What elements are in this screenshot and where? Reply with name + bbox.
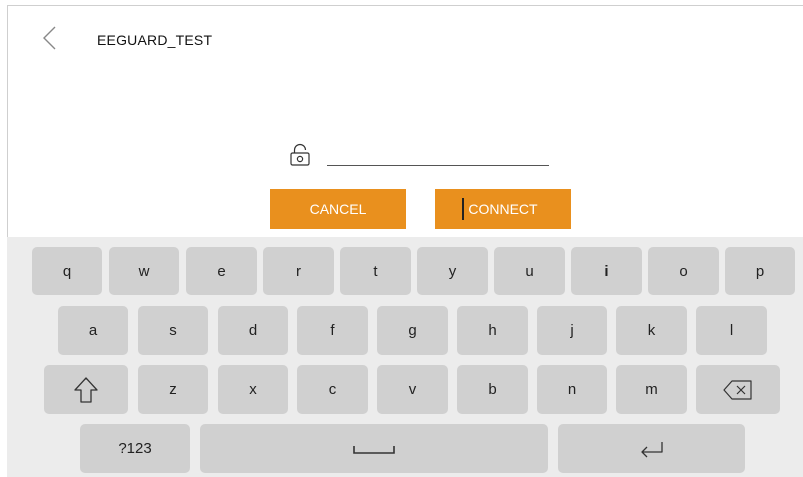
key-t[interactable]: t xyxy=(340,247,411,295)
key-c[interactable]: c xyxy=(297,365,368,414)
text-cursor xyxy=(462,198,464,220)
password-input[interactable] xyxy=(327,143,549,166)
key-o[interactable]: o xyxy=(648,247,719,295)
network-title: EEGUARD_TEST xyxy=(97,32,213,48)
lock-icon xyxy=(288,143,312,167)
key-y[interactable]: y xyxy=(417,247,488,295)
key-m[interactable]: m xyxy=(616,365,687,414)
key-a[interactable]: a xyxy=(58,306,128,355)
key-j[interactable]: j xyxy=(537,306,607,355)
key-i[interactable]: i xyxy=(571,247,642,295)
key-p[interactable]: p xyxy=(725,247,795,295)
key-z[interactable]: z xyxy=(138,365,208,414)
key-d[interactable]: d xyxy=(218,306,288,355)
key-f[interactable]: f xyxy=(297,306,368,355)
key-w[interactable]: w xyxy=(109,247,179,295)
shift-key[interactable] xyxy=(44,365,128,414)
key-u[interactable]: u xyxy=(494,247,565,295)
back-button[interactable] xyxy=(36,24,64,52)
backspace-icon xyxy=(723,379,752,400)
backspace-key[interactable] xyxy=(696,365,780,414)
key-k[interactable]: k xyxy=(616,306,687,355)
key-g[interactable]: g xyxy=(377,306,448,355)
key-e[interactable]: e xyxy=(186,247,257,295)
enter-return-icon xyxy=(640,441,663,457)
key-v[interactable]: v xyxy=(377,365,448,414)
space-key[interactable] xyxy=(200,424,548,473)
key-x[interactable]: x xyxy=(218,365,288,414)
key-s[interactable]: s xyxy=(138,306,208,355)
symbols-key[interactable]: ?123 xyxy=(80,424,190,473)
shift-arrow-icon xyxy=(74,376,98,403)
connect-button[interactable]: CONNECT xyxy=(435,189,571,229)
space-bar-icon xyxy=(353,445,395,454)
enter-key[interactable] xyxy=(558,424,745,473)
key-b[interactable]: b xyxy=(457,365,528,414)
key-h[interactable]: h xyxy=(457,306,528,355)
key-n[interactable]: n xyxy=(537,365,607,414)
key-r[interactable]: r xyxy=(263,247,334,295)
key-l[interactable]: l xyxy=(696,306,767,355)
chevron-left-icon xyxy=(43,26,56,50)
key-q[interactable]: q xyxy=(32,247,102,295)
cancel-button[interactable]: CANCEL xyxy=(270,189,406,229)
